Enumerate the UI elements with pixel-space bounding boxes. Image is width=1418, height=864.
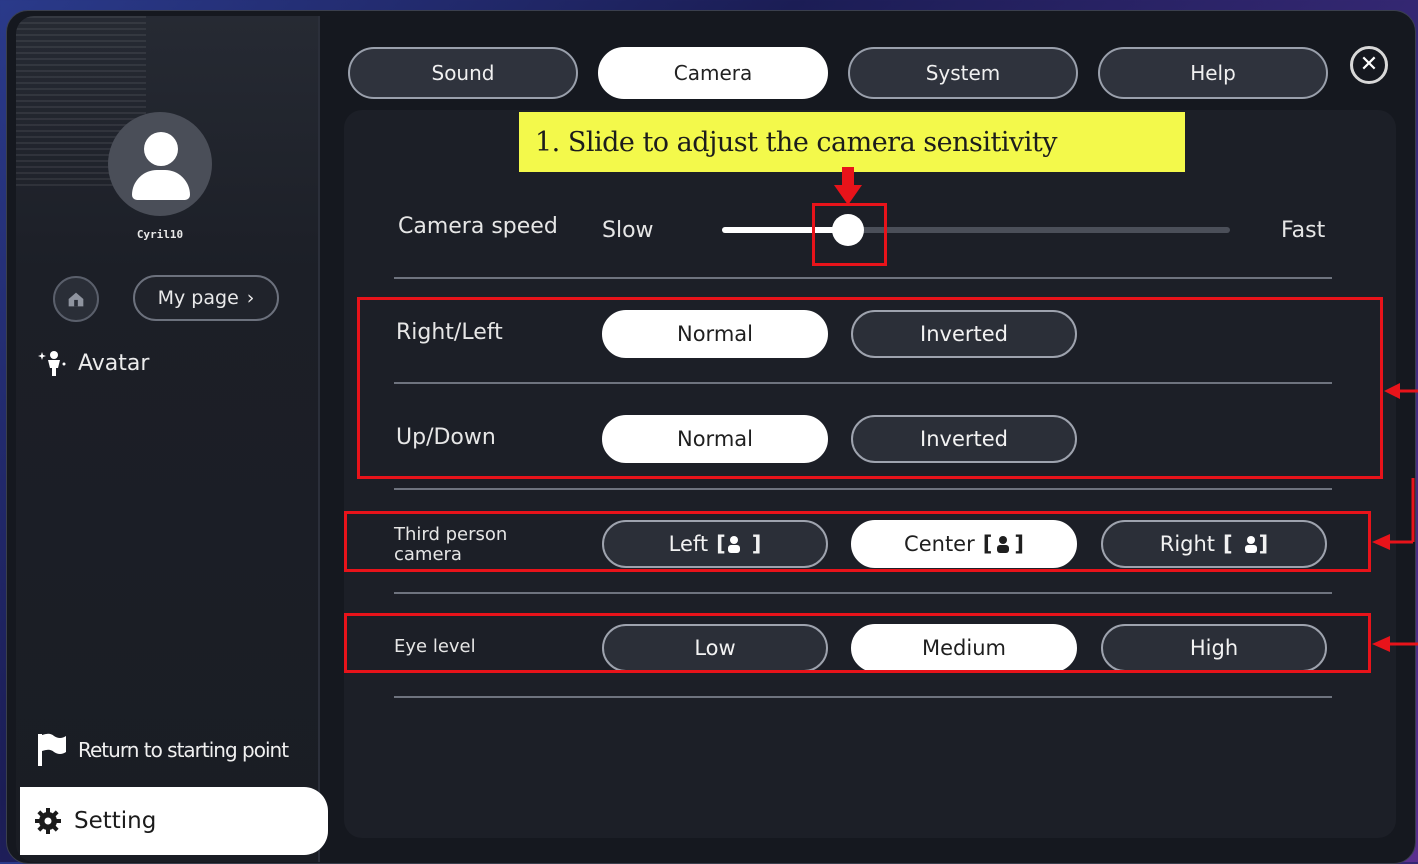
- divider: [394, 488, 1332, 490]
- sidebar-item-setting-label: Setting: [74, 808, 157, 834]
- user-avatar-icon[interactable]: [108, 112, 212, 216]
- divider: [394, 277, 1332, 279]
- divider: [394, 592, 1332, 594]
- sidebar-item-avatar[interactable]: Avatar: [38, 348, 149, 378]
- tab-camera[interactable]: Camera: [598, 47, 828, 99]
- slider-min-label: Slow: [602, 218, 654, 243]
- divider: [394, 696, 1332, 698]
- annotation-box-third-person: [344, 511, 1371, 572]
- home-icon: [68, 292, 84, 307]
- avatar-sparkle-icon: [38, 351, 66, 376]
- my-page-button[interactable]: My page ›: [133, 275, 279, 321]
- camera-speed-label: Camera speed: [398, 214, 558, 239]
- tab-sound[interactable]: Sound: [348, 47, 578, 99]
- chevron-right-icon: ›: [246, 287, 255, 309]
- annotation-box-eye-level: [344, 613, 1371, 673]
- slider-max-label: Fast: [1281, 218, 1326, 243]
- tab-help[interactable]: Help: [1098, 47, 1328, 99]
- username-label: Cyril10: [136, 228, 184, 241]
- sidebar-item-avatar-label: Avatar: [78, 350, 150, 376]
- home-button[interactable]: [53, 276, 99, 322]
- sidebar-item-return-label: Return to starting point: [78, 738, 289, 762]
- annotation-box-direction: [357, 297, 1383, 479]
- annotation-box-slider: [812, 203, 887, 266]
- my-page-label: My page: [157, 287, 239, 309]
- gear-icon: [35, 808, 61, 834]
- close-icon[interactable]: ✕: [1350, 46, 1388, 84]
- tab-system[interactable]: System: [848, 47, 1078, 99]
- annotation-callout: 1. Slide to adjust the camera sensitivit…: [519, 112, 1185, 172]
- annotation-arrow-down-icon: [834, 167, 862, 205]
- sidebar-item-return[interactable]: Return to starting point: [36, 732, 289, 768]
- sidebar-item-setting[interactable]: Setting: [20, 787, 328, 855]
- flag-icon: [38, 733, 66, 766]
